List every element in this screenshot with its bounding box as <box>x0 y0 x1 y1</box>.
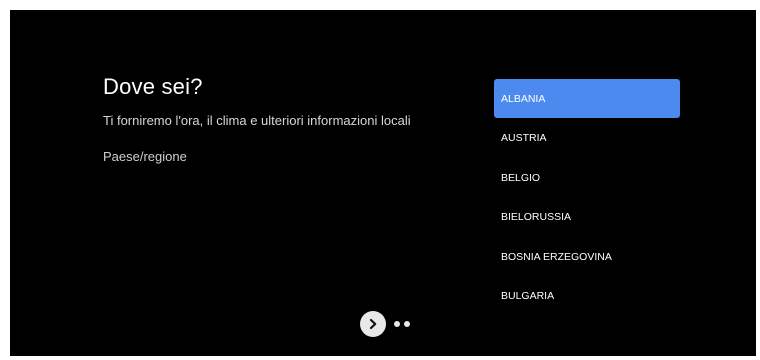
page-indicator-dot <box>394 321 400 327</box>
country-item-bulgaria[interactable]: BULGARIA <box>494 277 680 316</box>
country-item-austria[interactable]: AUSTRIA <box>494 119 680 158</box>
page-navigation <box>360 311 410 337</box>
country-item-belgio[interactable]: BELGIO <box>494 158 680 197</box>
page-indicator-dot <box>404 321 410 327</box>
country-item-label: BOSNIA ERZEGOVINA <box>501 250 612 263</box>
chevron-right-icon <box>369 318 377 330</box>
country-item-label: ALBANIA <box>501 92 546 105</box>
country-region-label: Paese/regione <box>103 149 187 164</box>
country-item-label: AUSTRIA <box>501 132 547 144</box>
country-list: ALBANIA AUSTRIA BELGIO BIELORUSSIA BOSNI… <box>494 79 680 316</box>
country-item-label: BIELORUSSIA <box>501 211 572 223</box>
country-item-albania[interactable]: ALBANIA <box>494 79 680 118</box>
setup-screen: Dove sei? Ti forniremo l'ora, il clima e… <box>10 10 756 356</box>
country-item-label: BULGARIA <box>501 290 555 302</box>
page-subtitle: Ti forniremo l'ora, il clima e ulteriori… <box>103 113 411 128</box>
country-item-bielorussia[interactable]: BIELORUSSIA <box>494 198 680 237</box>
page-title: Dove sei? <box>103 74 203 99</box>
next-button[interactable] <box>360 311 386 337</box>
country-item-bosnia-erzegovina[interactable]: BOSNIA ERZEGOVINA <box>494 237 680 276</box>
country-item-label: BELGIO <box>501 171 541 184</box>
